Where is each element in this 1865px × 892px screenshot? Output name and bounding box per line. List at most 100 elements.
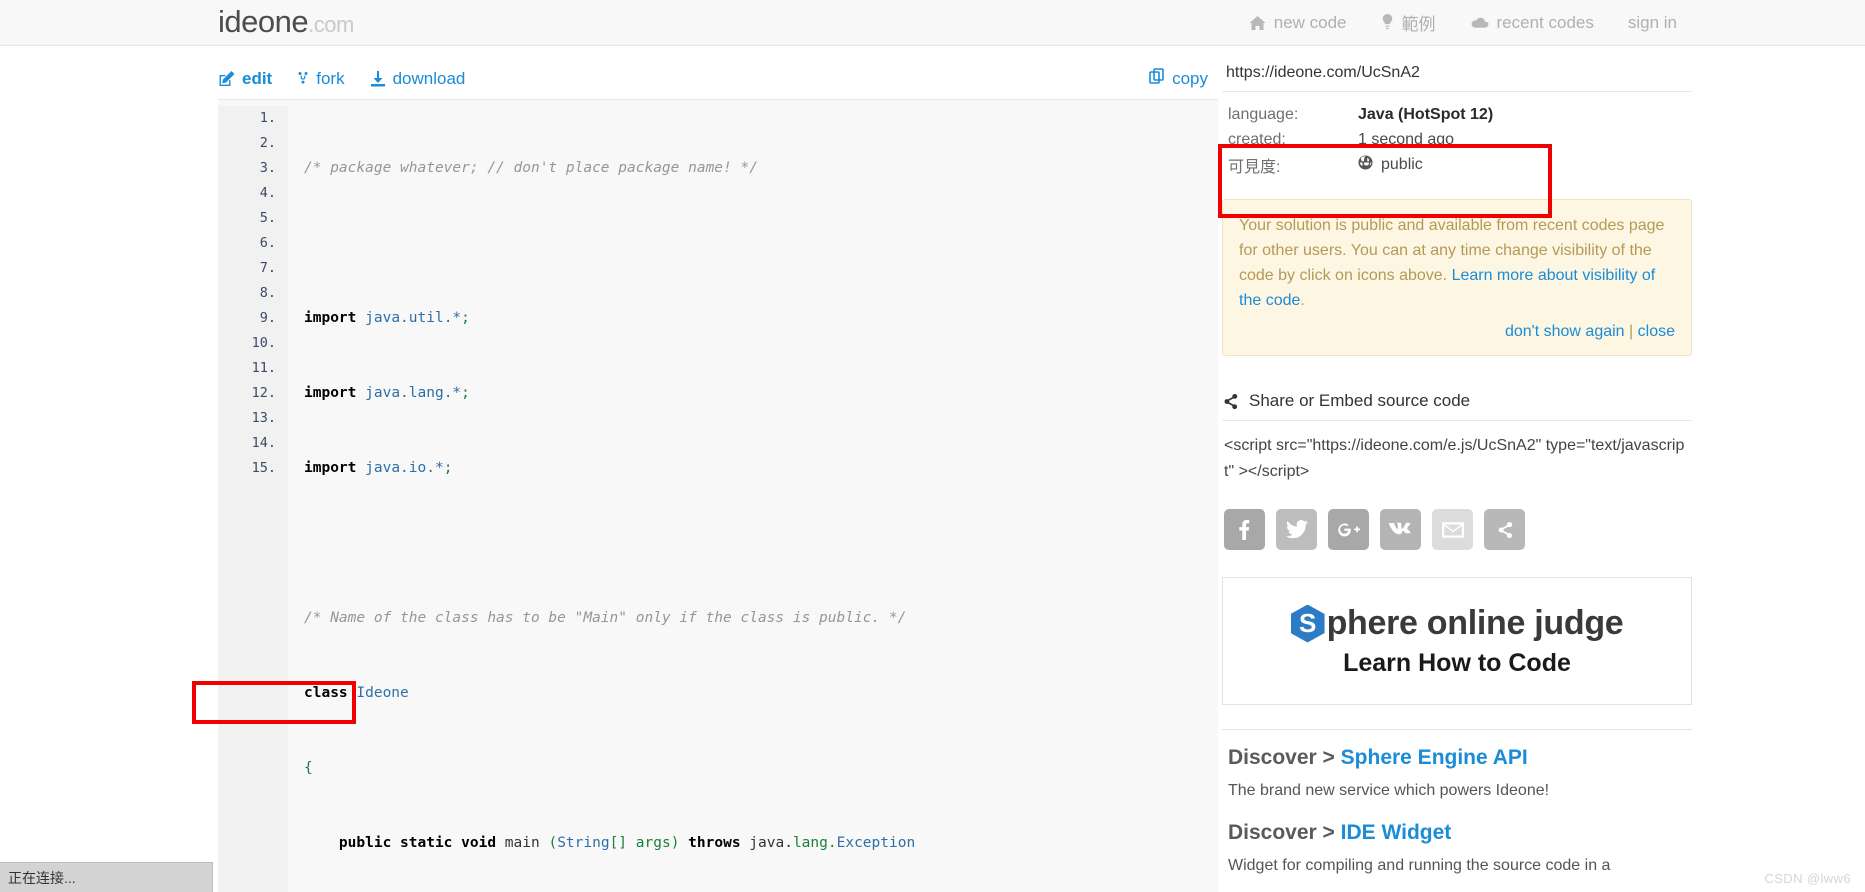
line-number: 15. — [251, 460, 276, 476]
notice-actions: don't show again | close — [1239, 319, 1675, 344]
line-number: 8. — [259, 285, 276, 301]
info-value-created: 1 second ago — [1358, 130, 1455, 148]
discover-desc-api: The brand new service which powers Ideon… — [1228, 782, 1550, 799]
nav-examples[interactable]: 範例 — [1381, 10, 1436, 35]
code-line: import java.util.*; — [304, 310, 470, 326]
info-row-language: language: Java (HotSpot 12) — [1228, 102, 1692, 127]
info-key: 可見度: — [1228, 158, 1281, 176]
info-row-created: created: 1 second ago — [1228, 127, 1692, 152]
line-number: 2. — [259, 135, 276, 151]
paste-url[interactable]: https://ideone.com/UcSnA2 — [1222, 64, 1692, 92]
close-notice-link[interactable]: close — [1638, 323, 1675, 340]
source-code-block[interactable]: 1. 2. 3. 4. 5. 6. 7. 8. 9. 10. 11. 12. 1… — [218, 99, 1218, 892]
discover-title-widget: Discover > IDE Widget — [1228, 821, 1692, 845]
nav-sign-in[interactable]: sign in — [1628, 13, 1677, 33]
page-body: edit fork download copy 1. 2. 3. 4. 5. 6… — [0, 46, 1865, 892]
line-number: 14. — [251, 435, 276, 451]
cloud-icon — [1470, 16, 1489, 30]
code-lines: /* package whatever; // don't place pack… — [288, 106, 1218, 892]
nav-examples-label: 範例 — [1401, 15, 1436, 34]
dont-show-again-link[interactable]: don't show again — [1505, 323, 1625, 340]
discover-prefix: Discover > — [1228, 821, 1341, 844]
info-value-visibility-wrap: public — [1358, 154, 1423, 175]
soj-subtitle: Learn How to Code — [1343, 649, 1571, 677]
line-number: 9. — [259, 310, 276, 326]
paste-info-table: language: Java (HotSpot 12) created: 1 s… — [1222, 92, 1692, 185]
nav-new-code-label: new code — [1273, 12, 1347, 32]
discover-desc-widget: Widget for compiling and running the sou… — [1228, 857, 1611, 874]
code-line: /* Name of the class has to be "Main" on… — [304, 606, 1218, 631]
code-token: /* package whatever; // don't place pack… — [304, 160, 758, 176]
main-content: edit fork download copy 1. 2. 3. 4. 5. 6… — [218, 46, 1218, 892]
info-key: language: — [1228, 105, 1299, 123]
line-number: 3. — [259, 160, 276, 176]
share-heading: Share or Embed source code — [1249, 391, 1471, 410]
download-label: download — [392, 68, 466, 88]
embed-code-text[interactable]: <script src="https://ideone.com/e.js/UcS… — [1222, 421, 1692, 485]
logo-main: ideone — [218, 3, 309, 39]
nav-recent-codes[interactable]: recent codes — [1470, 13, 1594, 33]
share-icon — [1222, 393, 1239, 409]
discover-title-api: Discover > Sphere Engine API — [1228, 746, 1692, 770]
edit-icon — [218, 70, 235, 87]
line-number: 1. — [259, 110, 276, 126]
nav-new-code[interactable]: new code — [1249, 13, 1347, 33]
code-toolbar: edit fork download copy — [218, 68, 1218, 99]
googleplus-share-button[interactable] — [1328, 509, 1369, 550]
twitter-share-button[interactable] — [1276, 509, 1317, 550]
share-section-header: Share or Embed source code — [1222, 391, 1692, 421]
fork-label: fork — [316, 68, 345, 88]
discover-prefix: Discover > — [1228, 746, 1341, 769]
globe-icon[interactable] — [1358, 154, 1373, 175]
info-key: created: — [1228, 130, 1286, 148]
site-logo[interactable]: ideone.com — [218, 6, 354, 40]
edit-label: edit — [242, 68, 273, 88]
ide-widget-link[interactable]: IDE Widget — [1341, 821, 1452, 844]
home-icon — [1249, 15, 1266, 31]
line-number: 10. — [251, 335, 276, 351]
nav-sign-in-label: sign in — [1627, 12, 1677, 32]
download-icon — [370, 70, 386, 87]
facebook-share-button[interactable] — [1224, 509, 1265, 550]
browser-status-bar: 正在连接... — [0, 862, 213, 892]
sphere-engine-api-link[interactable]: Sphere Engine API — [1341, 746, 1528, 769]
main-nav: new code 範例 recent codes sign in — [1249, 10, 1865, 35]
sphere-logo-icon: S — [1290, 604, 1325, 643]
status-text: 正在连接... — [8, 869, 76, 886]
code-line: /* package whatever; // don't place pack… — [304, 156, 1218, 181]
code-line: public static void main (String[] args) … — [338, 835, 916, 851]
info-value-visibility: public — [1381, 155, 1423, 173]
code-token: /* Name of the class has to be "Main" on… — [304, 610, 907, 626]
line-number: 13. — [251, 410, 276, 426]
info-row-visibility: 可見度: public — [1228, 152, 1692, 177]
soj-title-rest: phere online judge — [1326, 604, 1624, 642]
fork-button[interactable]: fork — [297, 68, 345, 89]
line-number: 12. — [251, 385, 276, 401]
logo-suffix: .com — [308, 11, 354, 37]
vk-share-button[interactable] — [1380, 509, 1421, 550]
visibility-notice: Your solution is public and available fr… — [1222, 199, 1692, 356]
code-line: import java.lang.*; — [304, 385, 470, 401]
line-number: 6. — [259, 235, 276, 251]
line-number: 7. — [259, 260, 276, 276]
line-number: 11. — [251, 360, 276, 376]
site-header: ideone.com new code 範例 recent codes sign… — [0, 0, 1865, 46]
lightbulb-icon — [1381, 14, 1394, 31]
copy-code-button[interactable]: copy — [1149, 68, 1218, 89]
email-share-button[interactable] — [1432, 509, 1473, 550]
sphere-online-judge-banner[interactable]: S phere online judge Learn How to Code — [1222, 577, 1692, 705]
generic-share-button[interactable] — [1484, 509, 1525, 550]
sidebar: https://ideone.com/UcSnA2 language: Java… — [1218, 46, 1692, 892]
soj-title: S phere online judge — [1290, 604, 1624, 643]
watermark: CSDN @lww6 — [1764, 871, 1851, 886]
download-button[interactable]: download — [370, 68, 466, 89]
nav-recent-codes-label: recent codes — [1496, 12, 1594, 32]
copy-label: copy — [1172, 68, 1208, 88]
fork-icon — [297, 71, 309, 87]
edit-button[interactable]: edit — [218, 69, 272, 89]
line-number: 5. — [259, 210, 276, 226]
code-line: { — [304, 760, 313, 776]
line-number: 4. — [259, 185, 276, 201]
